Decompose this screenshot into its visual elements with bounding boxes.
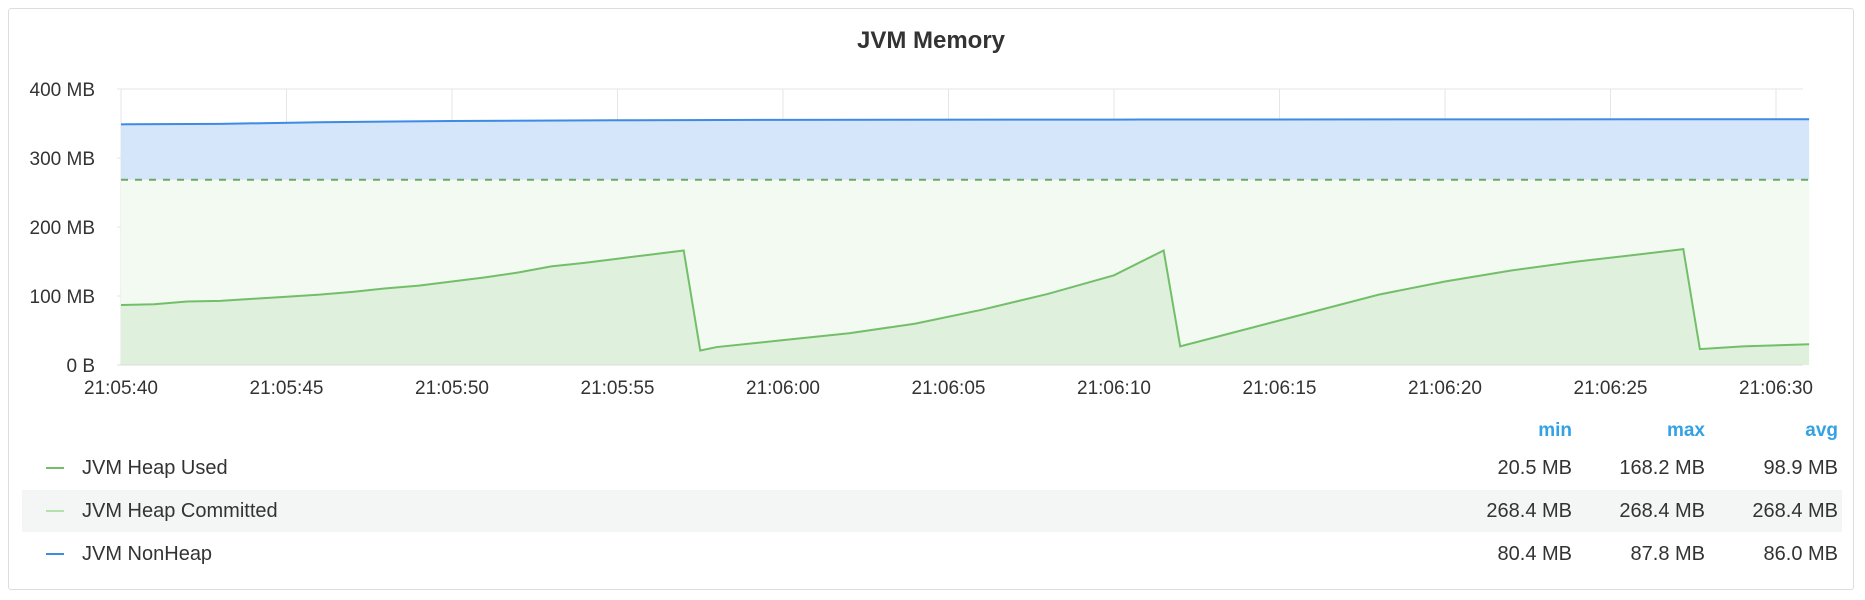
series-min: 20.5 MB: [1497, 456, 1572, 479]
series-avg: 98.9 MB: [1763, 456, 1838, 479]
x-tick-label: 21:06:05: [912, 378, 986, 399]
x-tick-label: 21:05:45: [250, 378, 324, 399]
series-min: 268.4 MB: [1486, 499, 1572, 522]
x-tick-label: 21:06:20: [1408, 378, 1482, 399]
legend-row-heap-committed[interactable]: JVM Heap Committed 268.4 MB 268.4 MB 268…: [22, 490, 1842, 532]
series-name[interactable]: JVM Heap Used: [82, 457, 228, 480]
legend-column-min[interactable]: min: [1452, 420, 1572, 442]
x-tick-label: 21:06:00: [746, 378, 820, 399]
legend-column-avg[interactable]: avg: [1718, 420, 1838, 442]
series-avg: 268.4 MB: [1752, 499, 1838, 522]
series-avg: 86.0 MB: [1763, 542, 1838, 565]
y-tick-label: 0 B: [66, 356, 95, 377]
series-color-swatch[interactable]: [46, 467, 64, 469]
series-max: 168.2 MB: [1619, 456, 1705, 479]
x-tick-label: 21:05:50: [415, 378, 489, 399]
x-tick-label: 21:06:15: [1243, 378, 1317, 399]
y-tick-label: 100 MB: [30, 287, 95, 308]
legend-header: min max avg: [22, 420, 1842, 444]
y-tick-label: 300 MB: [30, 149, 95, 170]
legend-row-nonheap[interactable]: JVM NonHeap 80.4 MB 87.8 MB 86.0 MB: [22, 533, 1842, 575]
memory-chart: 0 B 100 MB 200 MB 300 MB 400 MB 21:05:40 21:05…: [30, 80, 1813, 399]
series-name[interactable]: JVM Heap Committed: [82, 500, 278, 523]
nonheap-area: [121, 119, 1810, 180]
legend-column-max[interactable]: max: [1585, 420, 1705, 442]
series-name[interactable]: JVM NonHeap: [82, 543, 212, 566]
x-tick-label: 21:05:40: [84, 378, 158, 399]
x-tick-label: 21:05:55: [581, 378, 655, 399]
x-tick-label: 21:06:25: [1574, 378, 1648, 399]
x-tick-label: 21:06:30: [1739, 378, 1813, 399]
y-tick-label: 200 MB: [30, 218, 95, 239]
series-color-swatch[interactable]: [46, 553, 64, 555]
legend-row-heap-used[interactable]: JVM Heap Used 20.5 MB 168.2 MB 98.9 MB: [22, 447, 1842, 489]
x-tick-label: 21:06:10: [1077, 378, 1151, 399]
series-max: 268.4 MB: [1619, 499, 1705, 522]
series-min: 80.4 MB: [1497, 542, 1572, 565]
series-color-swatch[interactable]: [46, 510, 64, 512]
series-max: 87.8 MB: [1630, 542, 1705, 565]
y-tick-label: 400 MB: [30, 80, 95, 101]
